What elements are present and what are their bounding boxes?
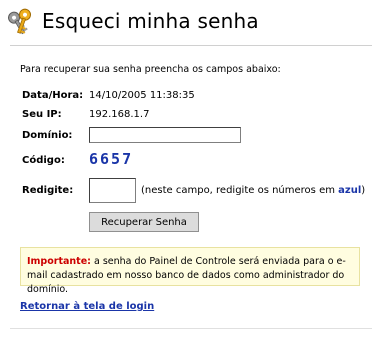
retype-hint-prefix: (neste campo, redigite os números em	[141, 185, 339, 196]
date-label: Data/Hora:	[22, 90, 84, 101]
header-divider	[10, 45, 372, 46]
ip-label: Seu IP:	[22, 109, 62, 120]
code-label: Código:	[22, 155, 65, 166]
ip-value: 192.168.1.7	[89, 109, 150, 120]
page-title: Esqueci minha senha	[42, 9, 259, 33]
footer-divider	[10, 328, 372, 329]
keys-icon	[6, 6, 36, 36]
recover-password-button[interactable]: Recuperar Senha	[89, 212, 199, 232]
retype-hint-suffix: )	[361, 185, 366, 196]
retype-hint-blue: azul	[338, 185, 362, 196]
back-to-login-link[interactable]: Retornar à tela de login	[20, 301, 154, 312]
intro-text: Para recuperar sua senha preencha os cam…	[20, 64, 281, 75]
retype-hint: (neste campo, redigite os números em azu…	[141, 185, 365, 196]
domain-input[interactable]	[89, 127, 241, 143]
domain-label: Domínio:	[22, 130, 73, 141]
retype-label: Redigite:	[22, 185, 74, 196]
retype-code-input[interactable]	[89, 178, 136, 203]
verification-code: 6657	[89, 150, 134, 168]
notice-important-label: Importante:	[27, 256, 91, 267]
important-notice: Importante: a senha do Painel de Control…	[20, 247, 360, 295]
page-header: Esqueci minha senha	[4, 4, 372, 44]
date-value: 14/10/2005 11:38:35	[89, 90, 195, 101]
